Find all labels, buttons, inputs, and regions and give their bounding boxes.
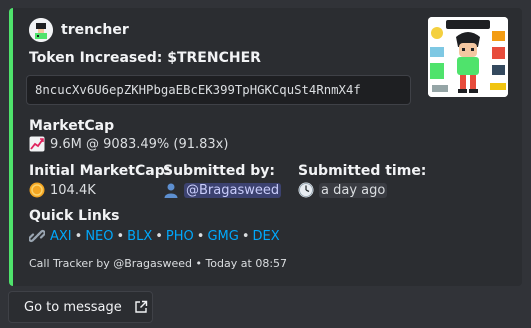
quick-link-blx[interactable]: BLX — [127, 229, 152, 244]
embed-title: Token Increased: $TRENCHER — [29, 50, 261, 66]
initial-marketcap-label: Initial MarketCap: — [29, 163, 171, 179]
quick-link-neo[interactable]: NEO — [85, 229, 113, 244]
initial-marketcap-value-row: 104.4K — [29, 182, 96, 198]
embed-author: trencher — [29, 18, 129, 42]
quick-links-row: AXI • NEO • BLX • PHO • GMG • DEX — [29, 228, 280, 244]
quick-link-pho[interactable]: PHO — [166, 229, 194, 244]
link-separator: • — [196, 228, 205, 244]
external-link-icon — [135, 300, 147, 313]
marketcap-value-row: 9.6M @ 9083.49% (91.83x) — [29, 136, 228, 152]
marketcap-label: MarketCap — [29, 118, 115, 134]
initial-marketcap-value: 104.4K — [50, 182, 96, 198]
token-address-code[interactable]: 8ncucXv6U6epZKHPbgaEBcEK399TpHGKCquSt4Rn… — [26, 75, 411, 105]
go-to-message-button[interactable]: Go to message — [8, 291, 153, 323]
embed-footer: Call Tracker by @Bragasweed • Today at 0… — [29, 257, 288, 270]
quick-link-gmg[interactable]: GMG — [207, 229, 238, 244]
submitted-time-label: Submitted time: — [298, 163, 427, 179]
bust-silhouette-icon — [164, 183, 178, 198]
quick-link-dex[interactable]: DEX — [252, 229, 279, 244]
link-separator: • — [116, 228, 125, 244]
chart-increasing-icon — [29, 136, 45, 152]
token-thumbnail-image[interactable] — [428, 17, 508, 97]
quick-link-axi[interactable]: AXI — [50, 229, 72, 244]
coin-icon — [29, 182, 45, 198]
submitted-time-value-row: a day ago — [298, 182, 388, 198]
go-to-message-label: Go to message — [24, 299, 122, 315]
link-separator: • — [74, 228, 83, 244]
marketcap-value: 9.6M @ 9083.49% (91.83x) — [50, 136, 229, 152]
submitted-by-label: Submitted by: — [163, 163, 275, 179]
bot-avatar-icon[interactable] — [29, 18, 53, 42]
embed-author-name[interactable]: trencher — [61, 22, 129, 38]
submitter-mention[interactable]: @Bragasweed — [184, 182, 282, 198]
clock-icon — [298, 182, 314, 198]
quick-links-label: Quick Links — [29, 208, 120, 224]
submitted-timestamp[interactable]: a day ago — [319, 182, 388, 198]
embed-card: trencher Token Increased: $TRENCHER 8ncu… — [9, 8, 522, 286]
link-icon — [29, 230, 45, 242]
link-separator: • — [241, 228, 250, 244]
submitted-by-value-row: @Bragasweed — [163, 182, 282, 198]
link-separator: • — [155, 228, 163, 244]
